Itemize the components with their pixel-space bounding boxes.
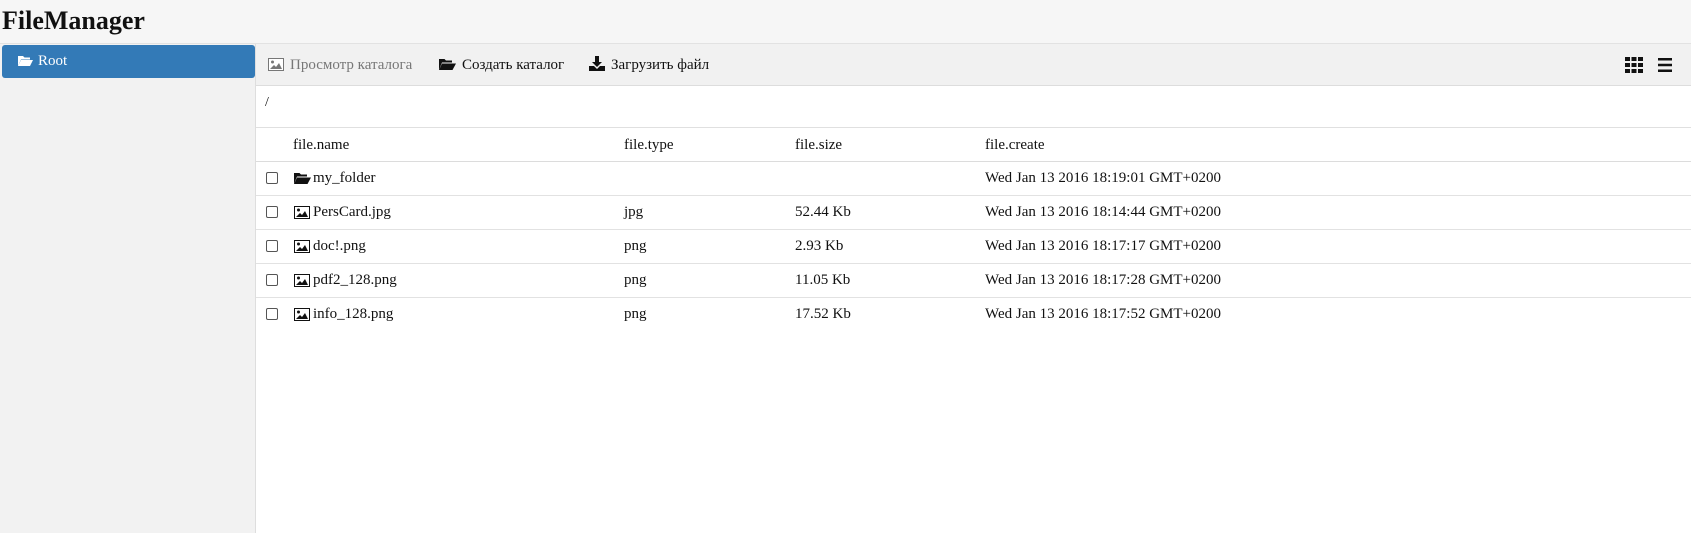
- file-name[interactable]: pdf2_128.png: [313, 272, 397, 289]
- row-checkbox[interactable]: [266, 240, 278, 252]
- list-view-icon[interactable]: [1656, 57, 1674, 73]
- file-create-date: Wed Jan 13 2016 18:17:52 GMT+0200: [985, 306, 1221, 322]
- file-name[interactable]: doc!.png: [313, 238, 366, 255]
- file-type: png: [624, 272, 647, 288]
- row-checkbox[interactable]: [266, 172, 278, 184]
- create-folder-button[interactable]: Создать каталог: [439, 44, 564, 86]
- file-create-date: Wed Jan 13 2016 18:17:17 GMT+0200: [985, 238, 1221, 254]
- image-icon: [294, 274, 310, 287]
- image-icon: [268, 58, 284, 71]
- toolbar: Просмотр каталога Создать каталог Загруз…: [256, 44, 1691, 86]
- upload-file-label: Загрузить файл: [611, 57, 710, 73]
- grid-view-icon[interactable]: [1625, 57, 1643, 73]
- file-create-date: Wed Jan 13 2016 18:17:28 GMT+0200: [985, 272, 1221, 288]
- file-table: file.name file.type file.size file.creat…: [256, 128, 1691, 332]
- file-name[interactable]: my_folder: [313, 170, 375, 187]
- table-header: file.name file.type file.size file.creat…: [256, 128, 1691, 162]
- folder-open-icon: [439, 59, 456, 70]
- table-row[interactable]: pdf2_128.png png 11.05 Kb Wed Jan 13 201…: [256, 264, 1691, 298]
- create-folder-label: Создать каталог: [462, 57, 565, 73]
- table-row[interactable]: my_folder Wed Jan 13 2016 18:19:01 GMT+0…: [256, 162, 1691, 196]
- app-title: FileManager: [2, 6, 145, 35]
- file-name[interactable]: info_128.png: [313, 306, 393, 323]
- table-row[interactable]: doc!.png png 2.93 Kb Wed Jan 13 2016 18:…: [256, 230, 1691, 264]
- file-type: png: [624, 238, 647, 254]
- view-catalog-button[interactable]: Просмотр каталога: [268, 44, 412, 86]
- image-icon: [294, 206, 310, 219]
- file-size: 52.44 Kb: [795, 204, 851, 220]
- column-header-name[interactable]: file.name: [293, 137, 349, 154]
- row-checkbox[interactable]: [266, 274, 278, 286]
- upload-file-button[interactable]: Загрузить файл: [589, 44, 709, 86]
- file-create-date: Wed Jan 13 2016 18:19:01 GMT+0200: [985, 170, 1221, 186]
- view-catalog-label: Просмотр каталога: [290, 57, 413, 73]
- path-bar: /: [256, 86, 1691, 128]
- file-size: 2.93 Kb: [795, 238, 844, 254]
- row-checkbox[interactable]: [266, 206, 278, 218]
- column-header-size[interactable]: file.size: [795, 137, 842, 154]
- folder-open-icon: [18, 56, 33, 66]
- main-panel: Просмотр каталога Создать каталог Загруз…: [256, 44, 1691, 533]
- image-icon: [294, 240, 310, 253]
- file-size: 17.52 Kb: [795, 306, 851, 322]
- folder-open-icon: [294, 173, 311, 184]
- file-size: 11.05 Kb: [795, 272, 851, 288]
- current-path: /: [265, 95, 269, 110]
- app-header: FileManager: [0, 0, 1691, 44]
- column-header-create[interactable]: file.create: [985, 137, 1045, 154]
- file-name[interactable]: PersCard.jpg: [313, 204, 391, 221]
- file-type: jpg: [624, 204, 644, 220]
- tree-item-label: Root: [38, 53, 68, 69]
- image-icon: [294, 308, 310, 321]
- sidebar: Root: [0, 44, 256, 533]
- file-create-date: Wed Jan 13 2016 18:14:44 GMT+0200: [985, 204, 1221, 220]
- download-icon: [589, 56, 605, 71]
- row-checkbox[interactable]: [266, 308, 278, 320]
- column-header-type[interactable]: file.type: [624, 137, 674, 154]
- tree-item-root[interactable]: Root: [2, 45, 255, 78]
- table-row[interactable]: info_128.png png 17.52 Kb Wed Jan 13 201…: [256, 298, 1691, 332]
- file-type: png: [624, 306, 647, 322]
- table-row[interactable]: PersCard.jpg jpg 52.44 Kb Wed Jan 13 201…: [256, 196, 1691, 230]
